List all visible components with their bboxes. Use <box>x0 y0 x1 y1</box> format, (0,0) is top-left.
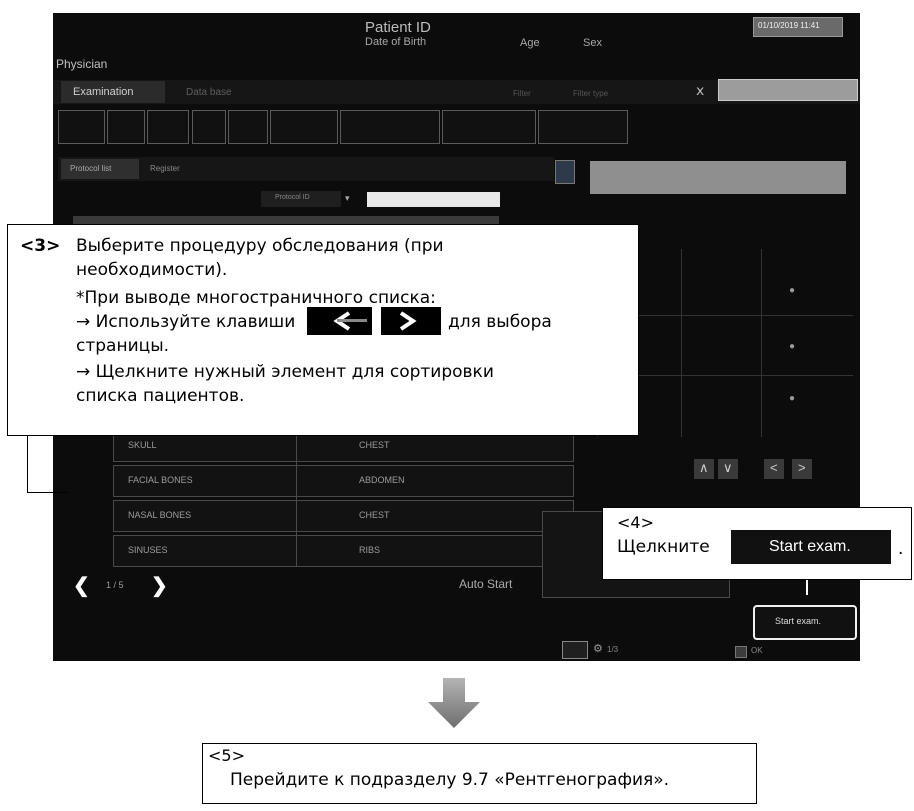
list-item-col2: RIBS <box>359 545 381 555</box>
list-item-col1: NASAL BONES <box>128 510 192 520</box>
datetime: 01/10/2019 11:41 <box>758 21 820 30</box>
list-item-col2: CHEST <box>359 510 390 520</box>
next-arrow-button[interactable]: > <box>792 459 812 479</box>
start-exam-label: Start exam. <box>775 616 822 626</box>
callout-3-line: необходимости). <box>76 260 228 280</box>
field-box[interactable] <box>107 110 145 144</box>
callout-3-leader <box>27 492 67 493</box>
field-box[interactable] <box>192 110 226 144</box>
start-exam-button[interactable]: Start exam. <box>753 605 857 640</box>
clear-icon[interactable]: ⅹ <box>696 82 704 99</box>
dropdown-arrow-icon[interactable]: ▾ <box>345 193 350 204</box>
callout-3-number: <3> <box>20 236 61 256</box>
next-key-icon <box>381 307 441 335</box>
prev-key-icon <box>307 307 372 335</box>
grid-icon[interactable] <box>562 641 588 659</box>
callout-5-text: Перейдите к подразделу 9.7 «Рентгенограф… <box>230 770 670 790</box>
callout-4-number: <4> <box>617 513 654 532</box>
up-arrow-button[interactable]: ∧ <box>694 459 714 479</box>
field-box[interactable] <box>228 110 268 144</box>
page-next-button[interactable]: ❯ <box>151 573 168 598</box>
tab-examination-label: Examination <box>73 86 134 98</box>
search-label: Protocol ID <box>275 194 310 201</box>
callout-5: <5> Перейдите к подразделу 9.7 «Рентгено… <box>202 743 757 804</box>
callout-3-line: страницы. <box>76 336 170 356</box>
sex-label: Sex <box>583 37 602 49</box>
count-icon: ⚙ <box>593 643 603 655</box>
count-label: 1/3 <box>607 645 619 654</box>
list-item-col1: SKULL <box>128 440 157 450</box>
list-item-col1: FACIAL BONES <box>128 475 193 485</box>
down-arrow-button[interactable]: ∨ <box>718 459 738 479</box>
image-icon[interactable] <box>555 160 575 184</box>
callout-4-period: . <box>898 539 904 559</box>
list-item[interactable]: FACIAL BONES ABDOMEN <box>113 465 574 497</box>
callout-3-line: Выберите процедуру обследования (при <box>76 236 444 256</box>
list-item[interactable]: SINUSES RIBS <box>113 535 574 567</box>
callout-5-number: <5> <box>208 746 245 765</box>
list-item[interactable]: NASAL BONES CHEST <box>113 500 574 532</box>
tab-protocol-list[interactable]: Protocol list <box>61 159 139 179</box>
list-item-col2: CHEST <box>359 440 390 450</box>
field-box[interactable] <box>538 110 628 144</box>
tab-register[interactable]: Register <box>150 164 180 173</box>
callout-3: <3> Выберите процедуру обследования (при… <box>7 224 639 436</box>
field-box[interactable] <box>147 110 189 144</box>
callout-4: <4> Щелкните Start exam. . <box>602 507 912 580</box>
filter-label-a: Filter <box>513 89 531 98</box>
list-item-col2: ABDOMEN <box>359 475 405 485</box>
callout-3-line: списка пациентов. <box>76 386 245 406</box>
field-box[interactable] <box>340 110 440 144</box>
page-prev-button[interactable]: ❮ <box>73 573 90 598</box>
search-input-top[interactable] <box>718 79 858 101</box>
callout-3-line: → Используйте клавиши <box>76 312 296 332</box>
tab-protocol-list-label: Protocol list <box>70 164 112 173</box>
datetime-box: 01/10/2019 11:41 <box>753 17 843 37</box>
start-exam-key-label: Start exam. <box>769 538 851 555</box>
start-exam-key-icon: Start exam. <box>731 530 891 564</box>
physician-label: Physician <box>56 57 108 71</box>
patient-id-label: Patient ID <box>365 19 431 36</box>
tab-examination[interactable]: Examination <box>61 81 165 103</box>
list-item-col1: SINUSES <box>128 545 168 555</box>
age-label: Age <box>520 37 540 49</box>
list-divider <box>296 431 297 566</box>
auto-start-label[interactable]: Auto Start <box>459 577 512 591</box>
callout-3-line: для выбора <box>448 312 552 332</box>
callout-3-line: → Щелкните нужный элемент для сортировки <box>76 362 494 382</box>
filter-label-b: Filter type <box>573 89 609 98</box>
page-indicator: 1 / 5 <box>106 580 124 590</box>
image-preview-bar <box>590 161 846 194</box>
field-box[interactable] <box>442 110 536 144</box>
callout-4-text: Щелкните <box>617 537 710 557</box>
callout-3-leader <box>27 435 28 493</box>
callout-3-line: *При выводе многостраничного списка: <box>76 288 436 308</box>
down-arrow-icon <box>426 678 482 728</box>
ok-label: OK <box>751 646 763 655</box>
ok-checkbox[interactable] <box>735 646 747 658</box>
prev-arrow-button[interactable]: < <box>764 459 784 479</box>
dob-label: Date of Birth <box>365 36 427 48</box>
tab-database[interactable]: Data base <box>186 87 232 98</box>
field-box[interactable] <box>58 110 105 144</box>
search-input[interactable] <box>367 192 500 207</box>
search-label-box: Protocol ID <box>261 191 341 207</box>
field-box[interactable] <box>270 110 338 144</box>
